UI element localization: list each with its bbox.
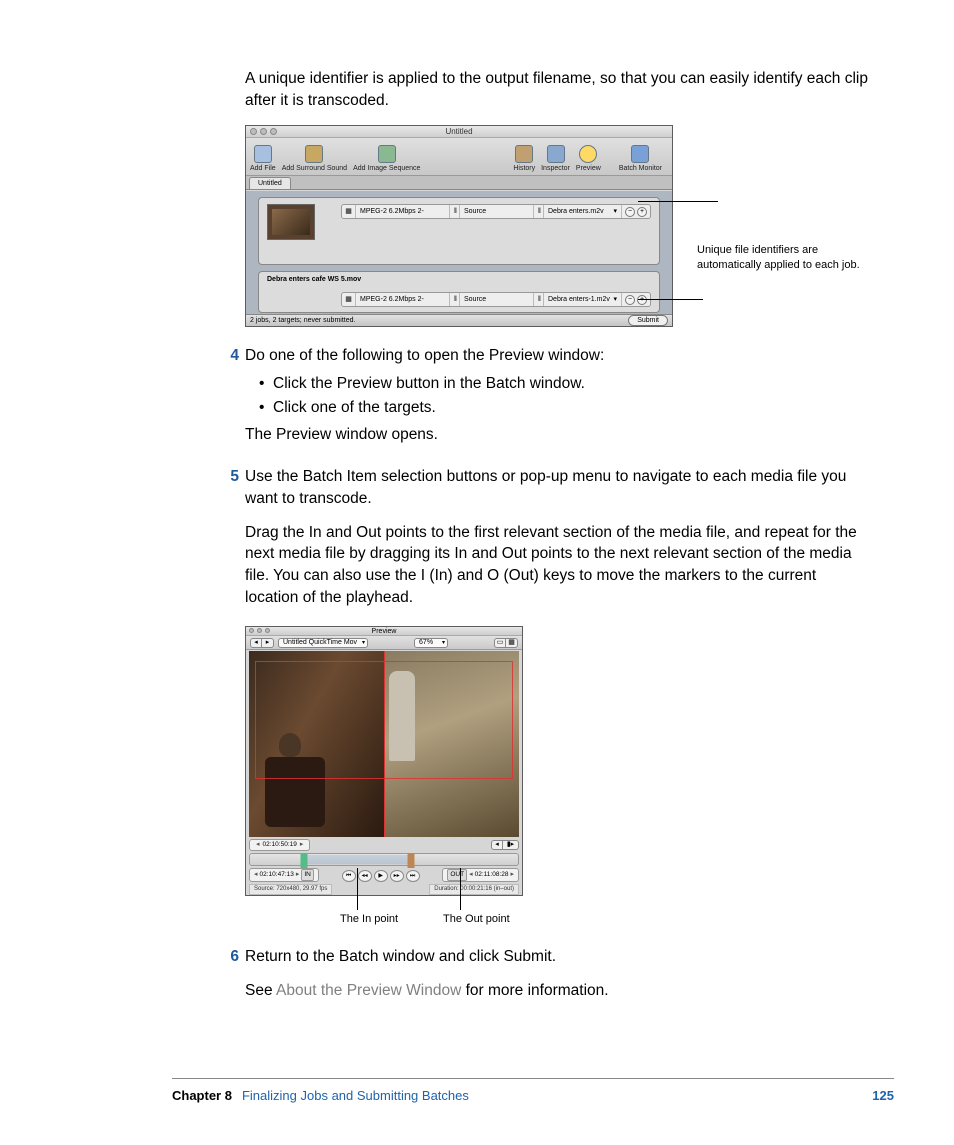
remove-button[interactable]: − — [625, 207, 635, 217]
status-bar: 2 jobs, 2 targets; never submitted. Subm… — [246, 314, 672, 326]
preview-button[interactable]: Preview — [576, 145, 601, 174]
preview-window-link[interactable]: About the Preview Window — [276, 982, 461, 999]
step-number: 6 — [227, 946, 245, 1007]
in-point-marker[interactable] — [300, 853, 307, 868]
target-icon: ▦ — [342, 205, 356, 218]
in-timecode[interactable]: ◂02:10:47:13▸IN — [249, 868, 319, 882]
toolbar: Add File Add Surround Sound Add Image Se… — [246, 138, 672, 176]
step-back-icon[interactable]: ◂◂ — [358, 870, 372, 882]
out-timecode[interactable]: OUT◂02:11:08:28▸ — [442, 868, 519, 882]
play-icon[interactable]: ▶ — [374, 870, 388, 882]
window-title: Preview — [246, 627, 522, 636]
job-card[interactable]: Debra enters cafe WS 5.mov ▦ MPEG-2 6.2M… — [258, 271, 660, 313]
zoom-popup[interactable]: 67% — [414, 638, 448, 648]
step-text: Return to the Batch window and click Sub… — [245, 946, 872, 968]
image-seq-icon — [378, 145, 396, 163]
chapter-title: Finalizing Jobs and Submitting Batches — [242, 1088, 469, 1103]
step-after: The Preview window opens. — [245, 424, 872, 446]
batch-item-nav[interactable]: ◂▸ — [250, 638, 274, 648]
step-fwd-icon[interactable]: ▸▸ — [390, 870, 404, 882]
source-info: Source: 720x480, 29.97 fps — [249, 884, 332, 895]
source-cell: Source — [460, 205, 534, 218]
callout-out-point: The Out point — [443, 912, 510, 927]
add-image-sequence-button[interactable]: Add Image Sequence — [353, 145, 420, 174]
callout-in-point: The In point — [340, 912, 398, 927]
figure-callout: Unique file identifiers are automaticall… — [697, 243, 877, 273]
add-surround-sound-button[interactable]: Add Surround Sound — [282, 145, 347, 174]
out-point-marker[interactable] — [407, 853, 414, 868]
page-footer: Chapter 8 Finalizing Jobs and Submitting … — [172, 1078, 894, 1105]
preview-canvas — [249, 651, 519, 837]
intro-paragraph: A unique identifier is applied to the ou… — [245, 68, 872, 111]
figure-batch-window: Untitled Add File Add Surround Sound Add… — [245, 125, 872, 327]
step-paragraph: Drag the In and Out points to the first … — [245, 522, 872, 609]
history-icon — [515, 145, 533, 163]
transport-controls[interactable]: ⏮ ◂◂ ▶ ▸▸ ⏭ — [342, 870, 420, 882]
clip-popup[interactable]: Untitled QuickTime Mov — [278, 638, 368, 648]
duration-info: Duration: 00:00:21:16 (in–out) — [429, 884, 519, 895]
job-title: Debra enters cafe WS 5.mov — [267, 275, 361, 285]
target-icon: ▦ — [342, 293, 356, 306]
job-card[interactable]: ▦ MPEG-2 6.2Mbps 2- ‖ Source ‖ Debra ent… — [258, 197, 660, 265]
target-row[interactable]: ▦ MPEG-2 6.2Mbps 2- ‖ Source ‖ Debra ent… — [341, 292, 651, 307]
setting-cell: MPEG-2 6.2Mbps 2- — [356, 293, 450, 306]
source-cell: Source — [460, 293, 534, 306]
tab-untitled[interactable]: Untitled — [249, 177, 291, 190]
step-number: 5 — [227, 466, 245, 614]
bullet-icon: • — [259, 397, 273, 419]
step-number: 4 — [227, 345, 245, 452]
chapter-label: Chapter 8 — [172, 1088, 232, 1103]
bullet-icon: • — [259, 373, 273, 395]
file-icon — [254, 145, 272, 163]
surround-icon — [305, 145, 323, 163]
setting-cell: MPEG-2 6.2Mbps 2- — [356, 205, 450, 218]
window-title: Untitled — [246, 126, 672, 138]
page-number: 125 — [872, 1087, 894, 1105]
go-start-icon[interactable]: ⏮ — [342, 870, 356, 882]
batch-monitor-button[interactable]: Batch Monitor — [619, 145, 662, 174]
submit-button[interactable]: Submit — [628, 315, 668, 326]
window-titlebar: Preview — [246, 627, 522, 636]
preview-icon — [579, 145, 597, 163]
add-button[interactable]: + — [637, 207, 647, 217]
step-lead: Use the Batch Item selection buttons or … — [245, 466, 872, 509]
inspector-button[interactable]: Inspector — [541, 145, 570, 174]
step-lead: Do one of the following to open the Prev… — [245, 345, 872, 367]
bullet-text: Click one of the targets. — [273, 397, 436, 419]
view-toggle[interactable]: ▭▦ — [494, 638, 518, 648]
output-filename-cell: Debra enters.m2v▾ — [544, 205, 622, 218]
status-text: 2 jobs, 2 targets; never submitted. — [250, 316, 355, 326]
history-button[interactable]: History — [513, 145, 535, 174]
preview-toolbar: ◂▸ Untitled QuickTime Mov 67% ▭▦ — [246, 636, 522, 650]
target-row[interactable]: ▦ MPEG-2 6.2Mbps 2- ‖ Source ‖ Debra ent… — [341, 204, 651, 219]
inspector-icon — [547, 145, 565, 163]
output-filename-cell: Debra enters-1.m2v▾ — [544, 293, 622, 306]
batch-monitor-icon — [631, 145, 649, 163]
clip-thumbnail — [267, 204, 315, 240]
go-end-icon[interactable]: ⏭ — [406, 870, 420, 882]
marker-nav[interactable]: ◂▮▸ — [491, 840, 519, 850]
playhead-timecode[interactable]: ◂02:10:50:19▸ — [249, 839, 310, 851]
see-more: See About the Preview Window for more in… — [245, 980, 872, 1002]
figure-preview-window: Preview ◂▸ Untitled QuickTime Mov 67% ▭▦ — [245, 626, 872, 928]
bullet-text: Click the Preview button in the Batch wi… — [273, 373, 585, 395]
timeline-scrubber[interactable] — [249, 853, 519, 866]
window-titlebar: Untitled — [246, 126, 672, 138]
remove-button[interactable]: − — [625, 295, 635, 305]
tab-strip: Untitled — [246, 176, 672, 190]
add-file-button[interactable]: Add File — [250, 145, 276, 174]
